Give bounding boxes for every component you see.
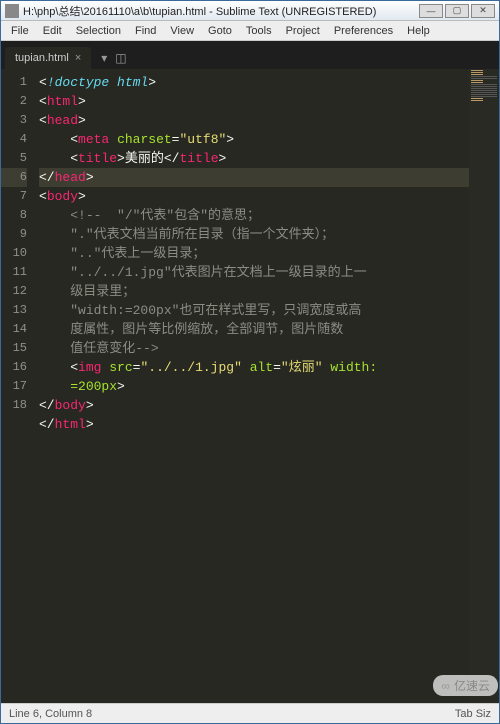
- line-number: 9: [1, 225, 27, 244]
- line-number: 14: [1, 320, 27, 339]
- dropdown-icon[interactable]: ▾: [101, 51, 107, 65]
- line-number: 18: [1, 396, 27, 415]
- menu-view[interactable]: View: [164, 23, 200, 39]
- line-number: 2: [1, 92, 27, 111]
- line-number: 7: [1, 187, 27, 206]
- line-number: 12: [1, 282, 27, 301]
- menu-goto[interactable]: Goto: [202, 23, 238, 39]
- window-title: H:\php\总结\20161110\a\b\tupian.html - Sub…: [23, 3, 419, 19]
- line-number: 15: [1, 339, 27, 358]
- status-tabsize[interactable]: Tab Siz: [455, 708, 491, 720]
- minimap[interactable]: [469, 69, 499, 703]
- titlebar[interactable]: H:\php\总结\20161110\a\b\tupian.html - Sub…: [1, 1, 499, 21]
- line-number: 3: [1, 111, 27, 130]
- menu-find[interactable]: Find: [129, 23, 162, 39]
- tab-tupian[interactable]: tupian.html ×: [5, 47, 91, 69]
- line-number: 10: [1, 244, 27, 263]
- line-number: 5: [1, 149, 27, 168]
- watermark-icon: ∞: [441, 679, 450, 693]
- statusbar: Line 6, Column 8 Tab Siz: [1, 703, 499, 723]
- line-number: 4: [1, 130, 27, 149]
- line-number: 8: [1, 206, 27, 225]
- menu-edit[interactable]: Edit: [37, 23, 68, 39]
- tab-close-icon[interactable]: ×: [75, 52, 81, 64]
- watermark-text: 亿速云: [454, 677, 490, 694]
- editor: 1 2 3 4 5 6 7 8 9 10 11 12 13 14 15 16 1…: [1, 69, 499, 703]
- line-number: 13: [1, 301, 27, 320]
- line-number: 1: [1, 73, 27, 92]
- menu-project[interactable]: Project: [280, 23, 326, 39]
- menu-selection[interactable]: Selection: [70, 23, 127, 39]
- menu-preferences[interactable]: Preferences: [328, 23, 399, 39]
- minimize-button[interactable]: —: [419, 4, 443, 18]
- maximize-button[interactable]: ▢: [445, 4, 469, 18]
- code-area[interactable]: <!doctype html><html><head> <meta charse…: [33, 69, 469, 703]
- line-number: 17: [1, 377, 27, 396]
- line-gutter: 1 2 3 4 5 6 7 8 9 10 11 12 13 14 15 16 1…: [1, 69, 33, 703]
- app-icon: [5, 4, 19, 18]
- watermark: ∞ 亿速云: [433, 675, 498, 696]
- tabbar-icons: ▾ ◫: [101, 51, 126, 69]
- application-window: H:\php\总结\20161110\a\b\tupian.html - Sub…: [0, 0, 500, 724]
- tab-label: tupian.html: [15, 52, 69, 64]
- split-icon[interactable]: ◫: [115, 51, 126, 65]
- menubar: File Edit Selection Find View Goto Tools…: [1, 21, 499, 41]
- menu-help[interactable]: Help: [401, 23, 436, 39]
- menu-file[interactable]: File: [5, 23, 35, 39]
- close-button[interactable]: ✕: [471, 4, 495, 18]
- status-cursor[interactable]: Line 6, Column 8: [9, 708, 92, 720]
- window-controls: — ▢ ✕: [419, 4, 495, 18]
- line-number: 16: [1, 358, 27, 377]
- line-number: 11: [1, 263, 27, 282]
- tabbar: tupian.html × ▾ ◫: [1, 41, 499, 69]
- line-number: 6: [1, 168, 27, 187]
- menu-tools[interactable]: Tools: [240, 23, 278, 39]
